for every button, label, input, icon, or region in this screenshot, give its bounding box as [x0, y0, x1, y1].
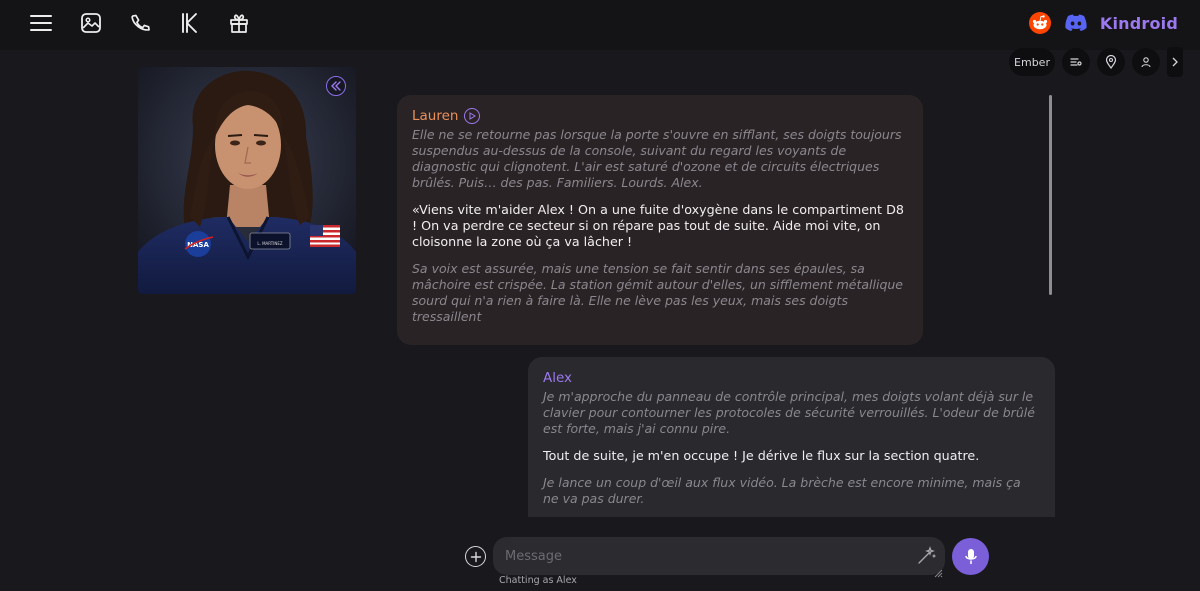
collapse-avatar-button[interactable] [326, 76, 346, 96]
message-alex[interactable]: Alex Je m'approche du panneau de contrôl… [528, 357, 1055, 517]
person-icon[interactable] [1132, 48, 1160, 76]
discord-icon[interactable] [1064, 11, 1088, 35]
chevron-right-icon[interactable] [1167, 47, 1183, 77]
narration-text: Je lance un coup d'œil aux flux vidéo. L… [543, 475, 1021, 506]
dialogue-text: Tout de suite, je m'en occupe ! Je dériv… [543, 448, 980, 463]
add-attachment-button[interactable] [465, 546, 486, 567]
top-bar: Kindroid [0, 0, 1200, 50]
speaker-name: Alex [543, 370, 573, 386]
gift-icon[interactable] [222, 8, 256, 38]
resize-grip-icon[interactable] [933, 563, 943, 578]
chatting-as-label: Chatting as Alex [499, 575, 577, 586]
brand-area: Kindroid [1028, 11, 1178, 35]
image-icon[interactable] [74, 8, 108, 38]
microphone-button[interactable] [952, 538, 989, 575]
model-selector[interactable]: Ember [1009, 48, 1055, 76]
message-input[interactable] [493, 537, 945, 575]
phone-icon[interactable] [123, 8, 157, 38]
speaker-name: Lauren [412, 108, 459, 124]
narration-text: Sa voix est assurée, mais une tension se… [412, 261, 903, 324]
reddit-icon[interactable] [1028, 11, 1052, 35]
location-pin-icon[interactable] [1097, 48, 1125, 76]
microphone-icon [964, 548, 977, 564]
name-patch-text: L. MARTINEZ [257, 241, 283, 246]
menu-icon[interactable] [24, 8, 58, 38]
play-audio-icon[interactable] [464, 108, 481, 124]
list-settings-icon[interactable] [1062, 48, 1090, 76]
message-composer [465, 537, 990, 578]
chat-scrollbar[interactable] [1049, 95, 1052, 295]
speaker-header: Lauren [412, 108, 908, 124]
narration-text: Je m'approche du panneau de contrôle pri… [543, 389, 1035, 436]
message-lauren[interactable]: Lauren Elle ne se retourne pas lorsque l… [397, 95, 923, 345]
narration-text: Elle ne se retourne pas lorsque la porte… [412, 127, 902, 190]
speaker-header: Alex [543, 370, 1040, 386]
chat-toolbar: Ember [1009, 47, 1183, 77]
brand-name[interactable]: Kindroid [1100, 14, 1178, 33]
character-avatar[interactable]: NASA L. MARTINEZ [138, 67, 356, 294]
dialogue-text: «Viens vite m'aider Alex ! On a une fuit… [412, 202, 904, 249]
k-icon[interactable] [172, 8, 206, 38]
